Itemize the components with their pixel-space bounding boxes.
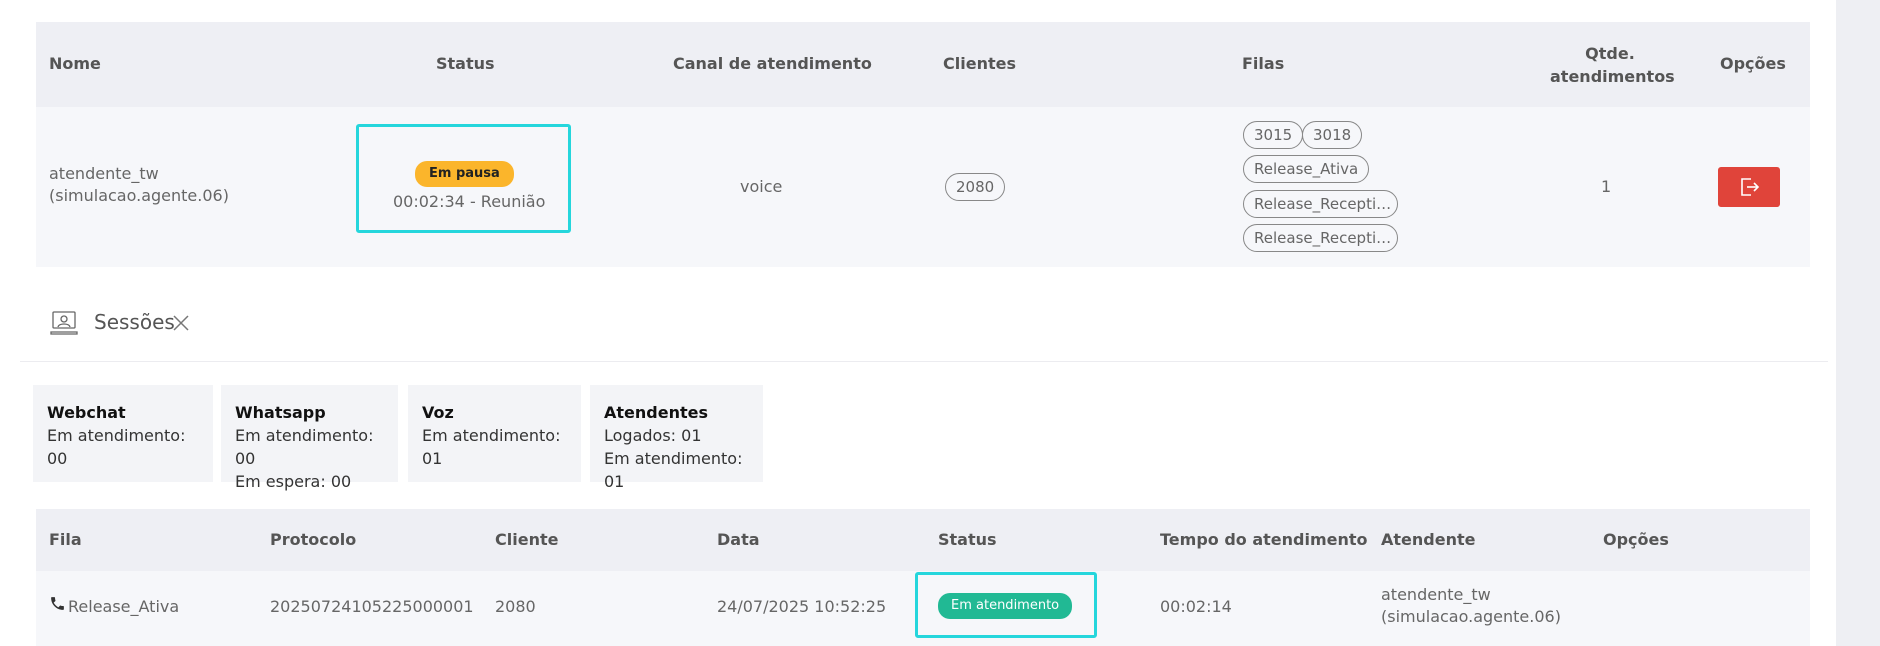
session-agent-line1: atendente_tw bbox=[1381, 585, 1491, 604]
header-date: Data bbox=[717, 530, 760, 549]
logout-agent-button[interactable] bbox=[1718, 167, 1780, 207]
header-agent: Atendente bbox=[1381, 530, 1476, 549]
summary-card-voz: Voz Em atendimento: 01 bbox=[408, 385, 581, 482]
header-options: Opções bbox=[1603, 530, 1669, 549]
agent-row: atendente_tw (simulacao.agente.06) Em pa… bbox=[36, 107, 1810, 267]
queue-pill: Release_Recepti… bbox=[1243, 190, 1398, 218]
header-status: Status bbox=[436, 54, 495, 73]
header-options: Opções bbox=[1720, 54, 1786, 73]
sessions-table-header: Fila Protocolo Cliente Data Status Tempo… bbox=[36, 509, 1810, 571]
session-status-highlight bbox=[915, 572, 1097, 638]
queue-pill: Release_Recepti… bbox=[1243, 224, 1398, 252]
header-status: Status bbox=[938, 530, 997, 549]
card-line: Em espera: 00 bbox=[235, 472, 352, 491]
card-line: Em atendimento: 00 bbox=[47, 426, 186, 468]
session-protocol: 20250724105225000001 bbox=[270, 597, 474, 616]
header-count-line1: Qtde. bbox=[1585, 44, 1635, 63]
queue-pill: 3015 bbox=[1243, 121, 1304, 149]
session-date: 24/07/2025 10:52:25 bbox=[717, 597, 887, 616]
agents-table-header: Nome Status Canal de atendimento Cliente… bbox=[36, 22, 1810, 107]
close-icon[interactable] bbox=[172, 314, 190, 332]
card-title: Webchat bbox=[47, 403, 126, 422]
card-title: Voz bbox=[422, 403, 454, 422]
session-client: 2080 bbox=[495, 597, 536, 616]
queue-pill: Release_Ativa bbox=[1243, 155, 1370, 183]
agent-name: atendente_tw (simulacao.agente.06) bbox=[49, 163, 229, 207]
summary-card-whatsapp: Whatsapp Em atendimento: 00 Em espera: 0… bbox=[221, 385, 398, 491]
exit-icon bbox=[1741, 178, 1760, 196]
session-duration: 00:02:14 bbox=[1160, 597, 1232, 616]
right-scroll-strip bbox=[1836, 0, 1880, 646]
header-name: Nome bbox=[49, 54, 101, 73]
session-agent-line2: (simulacao.agente.06) bbox=[1381, 607, 1561, 626]
header-queue: Fila bbox=[49, 530, 82, 549]
card-line: Em atendimento: 01 bbox=[422, 426, 561, 468]
session-queue: Release_Ativa bbox=[68, 597, 180, 616]
header-duration: Tempo do atendimento bbox=[1160, 530, 1368, 549]
header-count-line2: atendimentos bbox=[1550, 67, 1675, 86]
agent-count: 1 bbox=[1601, 177, 1612, 196]
agent-name-line1: atendente_tw bbox=[49, 164, 159, 183]
queue-pill: 3018 bbox=[1302, 121, 1363, 149]
phone-icon bbox=[51, 597, 64, 610]
header-channel: Canal de atendimento bbox=[673, 54, 872, 73]
card-title: Whatsapp bbox=[235, 403, 326, 422]
card-line: Em atendimento: 00 bbox=[235, 426, 374, 468]
header-protocol: Protocolo bbox=[270, 530, 357, 549]
client-pill: 2080 bbox=[945, 173, 1006, 201]
sessions-icon bbox=[50, 311, 78, 335]
card-title: Atendentes bbox=[604, 403, 708, 422]
card-line: Em atendimento: 01 bbox=[604, 449, 743, 491]
card-line: Logados: 01 bbox=[604, 426, 702, 445]
header-client: Cliente bbox=[495, 530, 559, 549]
agent-name-line2: (simulacao.agente.06) bbox=[49, 186, 229, 205]
summary-card-webchat: Webchat Em atendimento: 00 bbox=[33, 385, 213, 482]
divider bbox=[20, 361, 1828, 362]
agent-channel: voice bbox=[740, 177, 783, 196]
status-highlight bbox=[356, 124, 571, 233]
header-queues: Filas bbox=[1242, 54, 1285, 73]
header-count: Qtde. atendimentos bbox=[1550, 42, 1675, 88]
summary-card-atendentes: Atendentes Logados: 01 Em atendimento: 0… bbox=[590, 385, 763, 491]
session-agent: atendente_tw (simulacao.agente.06) bbox=[1381, 584, 1561, 628]
sessions-title: Sessões bbox=[94, 310, 175, 334]
header-clients: Clientes bbox=[943, 54, 1016, 73]
